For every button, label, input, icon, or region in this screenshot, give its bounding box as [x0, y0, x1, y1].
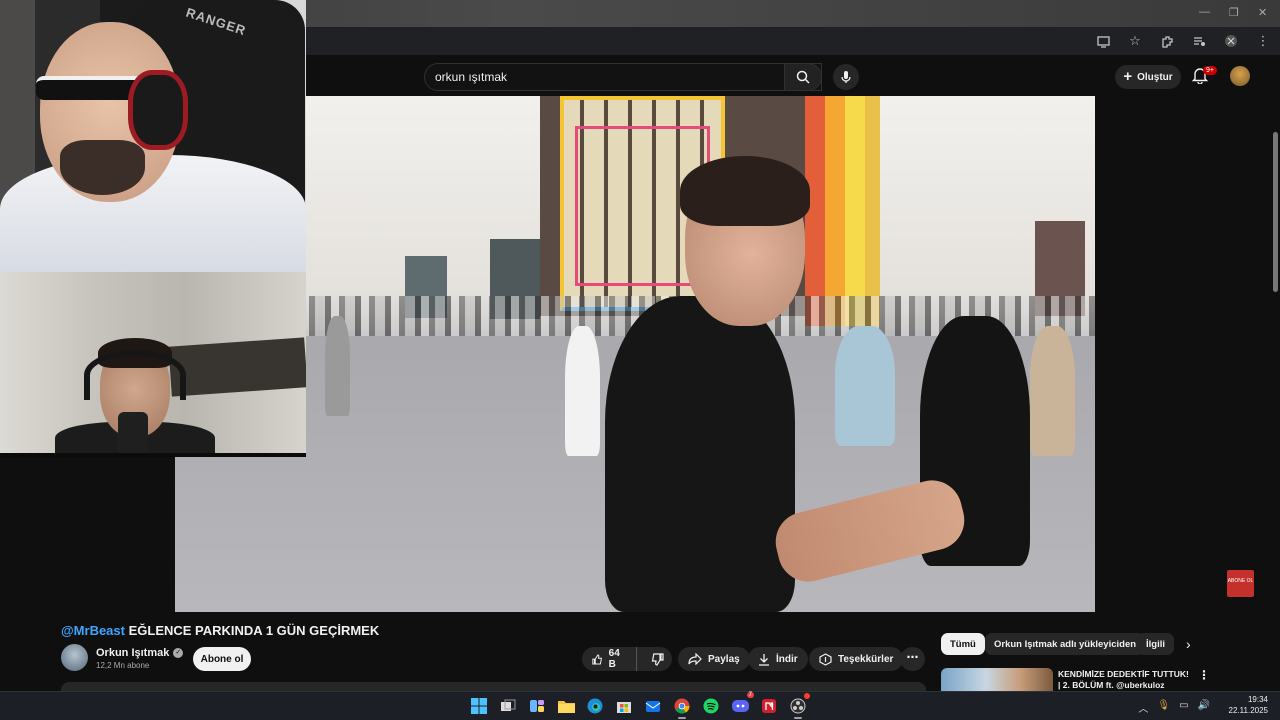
thanks-button[interactable]: Teşekkürler [809, 647, 904, 671]
profile-icon[interactable] [1222, 32, 1240, 50]
voice-search-button[interactable] [833, 64, 859, 90]
taskbar-clock[interactable]: 19:34 22.11.2025 [1229, 695, 1268, 717]
thumbs-down-icon [651, 652, 664, 666]
recording-dot-icon [804, 693, 810, 699]
video-title: @MrBeast EĞLENCE PARKINDA 1 GÜN GEÇİRMEK [61, 623, 379, 638]
discord-icon[interactable]: 7 [729, 692, 754, 717]
browser-menu-icon[interactable]: ⋮ [1254, 32, 1272, 50]
search-query: orkun ışıtmak [435, 70, 508, 84]
share-label: Paylaş [708, 653, 740, 665]
system-tray: ︿ 🎙 ▭ 🔊 [1138, 700, 1210, 715]
video-scene-person [565, 326, 600, 456]
thumbs-up-icon [592, 653, 603, 665]
recommendation-thumbnail[interactable] [941, 668, 1053, 692]
video-scene-striped-wall [805, 96, 880, 326]
download-button[interactable]: İndir [748, 647, 808, 671]
webcam-guest [0, 272, 306, 457]
file-explorer-icon[interactable] [555, 695, 577, 717]
page-scrollbar[interactable] [1270, 60, 1280, 690]
like-count: 64 B [608, 648, 620, 670]
scrollbar-thumb[interactable] [1273, 132, 1278, 292]
widgets-icon[interactable] [526, 695, 548, 717]
microphone-tray-icon[interactable]: 🎙 [1157, 700, 1170, 715]
video-scene-person [325, 316, 350, 416]
clock-time: 19:34 [1247, 695, 1268, 704]
webcam-background-object [168, 337, 306, 397]
channel-avatar[interactable] [61, 644, 88, 671]
media-controls-icon[interactable] [1190, 32, 1208, 50]
title-mention-link[interactable]: @MrBeast [61, 623, 125, 638]
notifications-badge: 9+ [1203, 66, 1217, 75]
search-button[interactable] [784, 63, 822, 91]
network-icon[interactable]: ▭ [1179, 700, 1188, 715]
channel-name[interactable]: Orkun Işıtmak [96, 647, 169, 659]
chip-related[interactable]: İlgili [1137, 633, 1174, 655]
subscriber-count: 12,2 Mn abone [96, 661, 150, 670]
extensions-icon[interactable] [1158, 32, 1176, 50]
microsoft-store-icon[interactable] [613, 695, 635, 717]
chrome-icon[interactable] [671, 695, 693, 719]
youtube-header: orkun ışıtmak × + Oluştur 9+ [306, 55, 1280, 96]
volume-icon[interactable]: 🔊 [1198, 700, 1210, 715]
video-player[interactable] [175, 96, 1095, 612]
edge-browser-icon[interactable] [584, 695, 606, 717]
spotify-icon[interactable] [700, 695, 722, 717]
chevron-right-icon[interactable]: › [1186, 636, 1191, 652]
watermark-text: ABONE OL [1227, 578, 1254, 584]
bookmark-star-icon[interactable]: ☆ [1126, 32, 1144, 50]
show-hidden-icons-icon[interactable]: ︿ [1138, 700, 1148, 715]
microphone-stand [118, 412, 148, 453]
share-icon [688, 653, 702, 665]
close-window-button[interactable]: ✕ [1258, 6, 1267, 19]
windows-taskbar: 7 ︿ 🎙 ▭ 🔊 19:34 22.11.2025 [0, 691, 1280, 720]
like-dislike-group: 64 B [582, 647, 672, 671]
recommendation-title[interactable]: KENDİMİZE DEDEKTİF TUTTUK! | 2. BÖLÜM ft… [1058, 669, 1193, 691]
super-thanks-icon [819, 652, 832, 666]
share-button[interactable]: Paylaş [678, 647, 750, 671]
recommendation-menu-icon[interactable]: ⋮ [1198, 668, 1210, 682]
create-button[interactable]: + Oluştur [1115, 65, 1181, 89]
microphone-icon [841, 71, 851, 83]
thanks-label: Teşekkürler [838, 653, 894, 665]
obs-studio-icon[interactable] [787, 693, 810, 719]
verified-check-icon: ✓ [173, 648, 184, 659]
clock-date: 22.11.2025 [1228, 705, 1268, 715]
webcam-beard [60, 140, 145, 195]
dislike-button[interactable] [643, 647, 672, 671]
channel-name-row[interactable]: Orkun Işıtmak ✓ [96, 647, 184, 659]
task-view-icon[interactable] [497, 695, 519, 717]
video-scene-hair [680, 156, 810, 226]
video-scene-person [835, 326, 895, 446]
subscribe-watermark-logo[interactable]: ABONE OL [1227, 570, 1254, 597]
headset-icon [84, 350, 186, 400]
app-red-icon[interactable] [758, 695, 780, 717]
chip-from-uploader[interactable]: Orkun Işıtmak adlı yükleyiciden [985, 633, 1146, 655]
subscribe-button[interactable]: Abone ol [193, 647, 251, 671]
headphones-icon [128, 70, 188, 150]
video-scene-person [1030, 326, 1075, 456]
outlook-mail-icon[interactable] [642, 695, 664, 717]
maximize-button[interactable]: ❐ [1229, 6, 1239, 19]
browser-toolbar: ☆ ⋮ [306, 27, 1280, 55]
create-label: Oluştur [1137, 71, 1173, 83]
minimize-button[interactable]: — [1199, 6, 1210, 18]
title-text: EĞLENCE PARKINDA 1 GÜN GEÇİRMEK [124, 623, 380, 638]
video-scene-main-person [605, 296, 795, 612]
account-avatar[interactable] [1230, 66, 1250, 86]
plus-icon: + [1123, 68, 1133, 85]
download-icon [759, 653, 769, 666]
webcam-streamer: RANGER [0, 0, 306, 272]
start-menu-icon[interactable] [468, 695, 490, 717]
discord-badge: 7 [746, 692, 754, 698]
search-input[interactable]: orkun ışıtmak × [424, 63, 822, 91]
download-label: İndir [776, 653, 798, 665]
like-button[interactable]: 64 B [582, 647, 637, 671]
more-actions-button[interactable]: ⋯ [900, 647, 925, 671]
search-icon [796, 70, 810, 84]
cast-icon[interactable] [1094, 32, 1112, 50]
chip-all[interactable]: Tümü [941, 633, 985, 655]
